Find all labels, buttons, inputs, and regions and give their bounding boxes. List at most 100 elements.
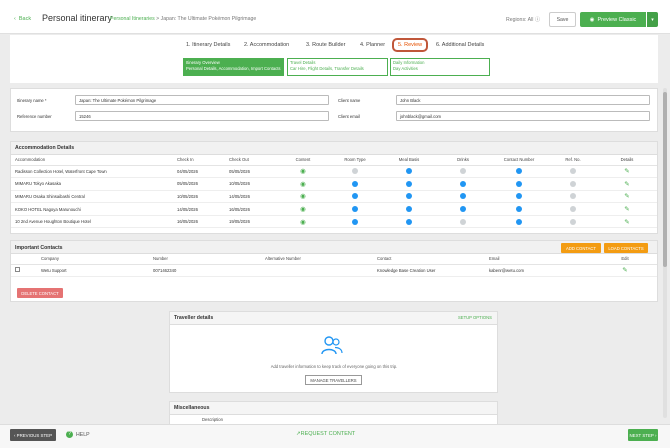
step-1[interactable]: 1. Itinerary Details xyxy=(186,42,230,48)
ref-no-cell xyxy=(549,190,597,204)
accommodation-row: 10 2nd Avenue Houghton Boutique Hotel 16/… xyxy=(11,215,657,229)
check-circle-icon xyxy=(406,193,412,200)
accommodation-table: Accommodation Check In Check Out Content… xyxy=(11,155,657,229)
add-contact-button[interactable]: ADD CONTACT xyxy=(561,243,601,253)
contact-number-cell xyxy=(489,202,549,216)
step-5-active[interactable]: 5. Review xyxy=(392,38,429,52)
contact-email: kabenr@wetu.com xyxy=(485,264,593,278)
contacts-table: Company Number Alternative Number Contac… xyxy=(11,254,657,278)
details-cell: ✎ xyxy=(597,165,657,179)
check-circle-icon xyxy=(352,193,358,200)
col-check-in: Check In xyxy=(173,155,225,166)
info-icon: ⓘ xyxy=(534,17,541,23)
empty-circle-icon xyxy=(352,168,358,175)
check-circle-icon xyxy=(406,218,412,225)
meal-basis-cell xyxy=(381,190,437,204)
details-cell: ✎ xyxy=(597,177,657,191)
eye-icon[interactable]: ◉ xyxy=(300,168,306,175)
drinks-cell xyxy=(437,202,489,216)
accommodation-row: MIMARU Osaka Shinsaibashi Central 10/05/2… xyxy=(11,190,657,204)
client-email-field[interactable]: johnblack@gmail.com xyxy=(396,111,650,121)
col-alt-number: Alternative Number xyxy=(261,254,373,265)
col-content: Content xyxy=(277,155,329,166)
col-select xyxy=(11,254,37,265)
content-cell: ◉ xyxy=(277,190,329,204)
check-out-date: 05/05/2026 xyxy=(225,165,277,179)
col-contact-number: Contact Number xyxy=(489,155,549,166)
manage-travellers-button[interactable]: MANAGE TRAVELLERS xyxy=(305,375,362,385)
accommodation-panel: Accommodation Details Accommodation Chec… xyxy=(10,141,658,234)
empty-circle-icon xyxy=(570,168,576,175)
drinks-cell xyxy=(437,215,489,229)
load-contacts-button[interactable]: LOAD CONTACTS xyxy=(604,243,648,253)
pencil-icon[interactable]: ✎ xyxy=(624,219,629,226)
check-circle-icon xyxy=(460,180,466,187)
delete-contact-button[interactable]: DELETE CONTACT xyxy=(17,288,63,298)
help-link[interactable]: ? HELP xyxy=(66,431,90,438)
save-button[interactable]: Save xyxy=(549,12,576,27)
accommodation-header-row: Accommodation Check In Check Out Content… xyxy=(11,155,657,166)
check-circle-icon xyxy=(352,180,358,187)
chevron-down-icon: ▾ xyxy=(651,16,654,23)
eye-icon[interactable]: ◉ xyxy=(300,219,306,226)
itinerary-name-label: Itinerary name * xyxy=(17,98,47,103)
misc-description-col: Description xyxy=(202,417,223,422)
previous-step-button[interactable]: ‹ PREVIOUS STEP xyxy=(10,429,56,441)
eye-icon[interactable]: ◉ xyxy=(300,181,306,188)
empty-circle-icon xyxy=(570,193,576,200)
contact-number-cell xyxy=(489,190,549,204)
check-out-date: 19/05/2026 xyxy=(225,215,277,229)
subtab-daily-information[interactable]: Daily Information Day Activities xyxy=(390,58,490,76)
breadcrumb-link[interactable]: Personal Itineraries xyxy=(110,16,155,22)
step-2[interactable]: 2. Accommodation xyxy=(244,42,289,48)
contact-number-cell xyxy=(489,215,549,229)
step-6[interactable]: 6. Additional Details xyxy=(436,42,484,48)
col-room-type: Room Type xyxy=(329,155,381,166)
pencil-icon[interactable]: ✎ xyxy=(624,168,629,175)
check-circle-icon xyxy=(352,206,358,213)
contact-number-cell xyxy=(489,165,549,179)
contact-company: Wetu Support xyxy=(37,264,149,278)
itinerary-name-field[interactable]: Japan: The Ultimate Pokémon Pilgrimage xyxy=(75,95,329,105)
check-circle-icon xyxy=(406,206,412,213)
eye-icon[interactable]: ◉ xyxy=(300,193,306,200)
reference-number-field[interactable]: 15246 xyxy=(75,111,329,121)
empty-circle-icon xyxy=(570,180,576,187)
step-3[interactable]: 3. Route Builder xyxy=(306,42,345,48)
subtab-itinerary-overview[interactable]: Itinerary Overview Personal Details, Acco… xyxy=(183,58,284,76)
scrollbar-thumb[interactable] xyxy=(663,92,667,267)
col-drinks: Drinks xyxy=(437,155,489,166)
contact-number: 0071462340 xyxy=(149,264,261,278)
back-link[interactable]: ‹ Back xyxy=(14,16,31,22)
empty-circle-icon xyxy=(570,218,576,225)
next-step-button[interactable]: NEXT STEP › xyxy=(628,429,658,441)
accommodation-name: KOKO HOTEL Nagoya Marunouchi xyxy=(11,202,173,216)
room-type-cell xyxy=(329,165,381,179)
accommodation-heading: Accommodation Details xyxy=(11,142,657,155)
preview-dropdown-button[interactable]: ▾ xyxy=(646,12,658,27)
accommodation-name: Radisson Collection Hotel, Waterfront Ca… xyxy=(11,165,173,179)
setup-options-link[interactable]: SETUP OPTIONS xyxy=(458,315,492,320)
preview-classic-button[interactable]: ◉ Preview Classic xyxy=(580,12,646,27)
pencil-icon[interactable]: ✎ xyxy=(624,206,629,213)
client-name-field[interactable]: John Black xyxy=(396,95,650,105)
drinks-cell xyxy=(437,190,489,204)
col-details: Details xyxy=(597,155,657,166)
col-check-out: Check Out xyxy=(225,155,277,166)
request-content-link[interactable]: ↗REQUEST CONTENT xyxy=(296,431,355,437)
details-cell: ✎ xyxy=(597,202,657,216)
contact-checkbox[interactable] xyxy=(15,267,20,273)
pencil-icon[interactable]: ✎ xyxy=(624,181,629,188)
pencil-icon[interactable]: ✎ xyxy=(622,267,627,274)
pencil-icon[interactable]: ✎ xyxy=(624,193,629,200)
contacts-header-row: Company Number Alternative Number Contac… xyxy=(11,254,657,265)
regions-selector[interactable]: Regions: All ⓘ xyxy=(506,16,540,23)
subtab-travel-details[interactable]: Travel Details Car Hire, Flight Details, … xyxy=(287,58,388,76)
eye-icon[interactable]: ◉ xyxy=(300,206,306,213)
check-circle-icon xyxy=(516,180,522,187)
content-cell: ◉ xyxy=(277,165,329,179)
check-out-date: 16/05/2026 xyxy=(225,202,277,216)
accommodation-row: MIMARU Tokyo Akasaka 05/05/2026 10/05/2026… xyxy=(11,177,657,191)
contact-name: Knowledge Base Creation User xyxy=(373,264,485,278)
step-4[interactable]: 4. Planner xyxy=(360,42,385,48)
